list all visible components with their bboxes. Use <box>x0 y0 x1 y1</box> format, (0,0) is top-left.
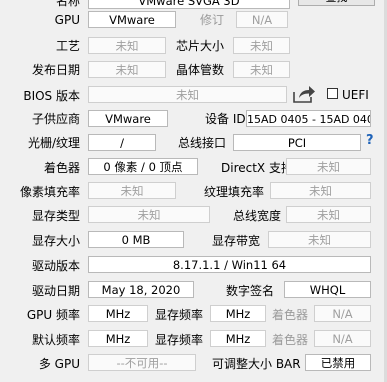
uefi-label: UEFI <box>342 88 369 102</box>
bandwidth-label: 显存带宽 <box>212 234 261 248</box>
gpu-field: VMware <box>88 11 176 28</box>
bus-interface-label: 总线接口 <box>178 136 227 150</box>
bus-width-field: 未知 <box>286 206 371 223</box>
default-memory-clock-label: 显存频率 <box>155 333 204 347</box>
default-clock-field: MHz <box>88 330 148 347</box>
name-label: 名称 <box>55 0 80 8</box>
shaders-label: 着色器 <box>43 161 80 175</box>
gpu-memory-clock-label: 显存频率 <box>155 308 204 322</box>
process-field: 未知 <box>88 37 166 54</box>
bus-width-label: 总线宽度 <box>233 209 282 223</box>
directx-label: DirectX 支持 <box>221 161 293 175</box>
revision-label: 修订 <box>200 13 225 27</box>
subvendor-field: VMware <box>88 110 168 127</box>
die-size-label: 芯片大小 <box>176 39 225 53</box>
multi-gpu-field: --不可用-- <box>88 354 196 371</box>
driver-version-field: 8.17.1.1 / Win11 64 <box>88 256 371 273</box>
rops-tmus-label: 光栅/纹理 <box>27 136 80 150</box>
gpu-shader-clock-label: 着色器 <box>272 308 309 322</box>
share-icon[interactable] <box>291 84 317 104</box>
process-label: 工艺 <box>55 39 80 53</box>
bus-interface-field: PCI <box>233 134 361 151</box>
release-date-label: 发布日期 <box>31 63 80 77</box>
multi-gpu-label: 多 GPU <box>38 357 80 371</box>
rops-tmus-field: / <box>88 134 156 151</box>
driver-date-label: 驱动日期 <box>31 284 80 298</box>
driver-version-label: 驱动版本 <box>31 259 80 273</box>
bios-label: BIOS 版本 <box>23 89 80 103</box>
device-id-field: 15AD 0405 - 15AD 0405 <box>246 110 371 127</box>
resizable-bar-field: 已禁用 <box>305 354 371 371</box>
digital-signature-field: WHQL <box>284 281 371 298</box>
die-size-field: 未知 <box>233 37 290 54</box>
gpu-label: GPU <box>54 13 80 27</box>
driver-date-field: May 18, 2020 <box>88 281 194 298</box>
directx-field: 未知 <box>286 158 371 175</box>
revision-field: N/A <box>236 11 288 28</box>
help-icon[interactable]: ? <box>366 133 374 148</box>
gpu-memory-clock-field: MHz <box>210 305 266 322</box>
subvendor-label: 子供应商 <box>31 112 80 126</box>
memory-size-label: 显存大小 <box>31 234 80 248</box>
pixel-fillrate-label: 像素填充率 <box>19 185 80 199</box>
gpu-clock-label: GPU 频率 <box>26 308 80 322</box>
memory-type-label: 显存类型 <box>31 209 80 223</box>
device-id-label: 设备 ID <box>205 112 246 126</box>
gpu-shader-clock-field: N/A <box>314 305 371 322</box>
texture-fillrate-field: 未知 <box>270 182 371 199</box>
shaders-field: 0 像素 / 0 顶点 <box>88 158 198 175</box>
default-shader-clock-label: 着色器 <box>272 333 309 347</box>
texture-fillrate-label: 纹理填充率 <box>204 185 265 199</box>
memory-type-field: 未知 <box>88 206 210 223</box>
pixel-fillrate-field: 未知 <box>88 182 176 199</box>
resizable-bar-label: 可调整大小 BAR <box>212 357 301 371</box>
gpu-clock-field: MHz <box>88 305 148 322</box>
release-date-field: 未知 <box>88 61 166 78</box>
transistors-label: 晶体管数 <box>176 63 225 77</box>
uefi-checkbox[interactable] <box>327 88 338 99</box>
transistors-field: 未知 <box>233 61 290 78</box>
memory-size-field: 0 MB <box>88 231 184 248</box>
name-field: VMware SVGA 3D <box>88 0 290 9</box>
digital-signature-label: 数字签名 <box>226 284 275 298</box>
lookup-button[interactable]: 查找 <box>298 0 375 6</box>
bios-field: 未知 <box>88 86 287 103</box>
default-shader-clock-field: N/A <box>314 330 371 347</box>
default-clock-label: 默认频率 <box>31 333 80 347</box>
bandwidth-field: 未知 <box>268 231 371 248</box>
default-memory-clock-field: MHz <box>210 330 266 347</box>
